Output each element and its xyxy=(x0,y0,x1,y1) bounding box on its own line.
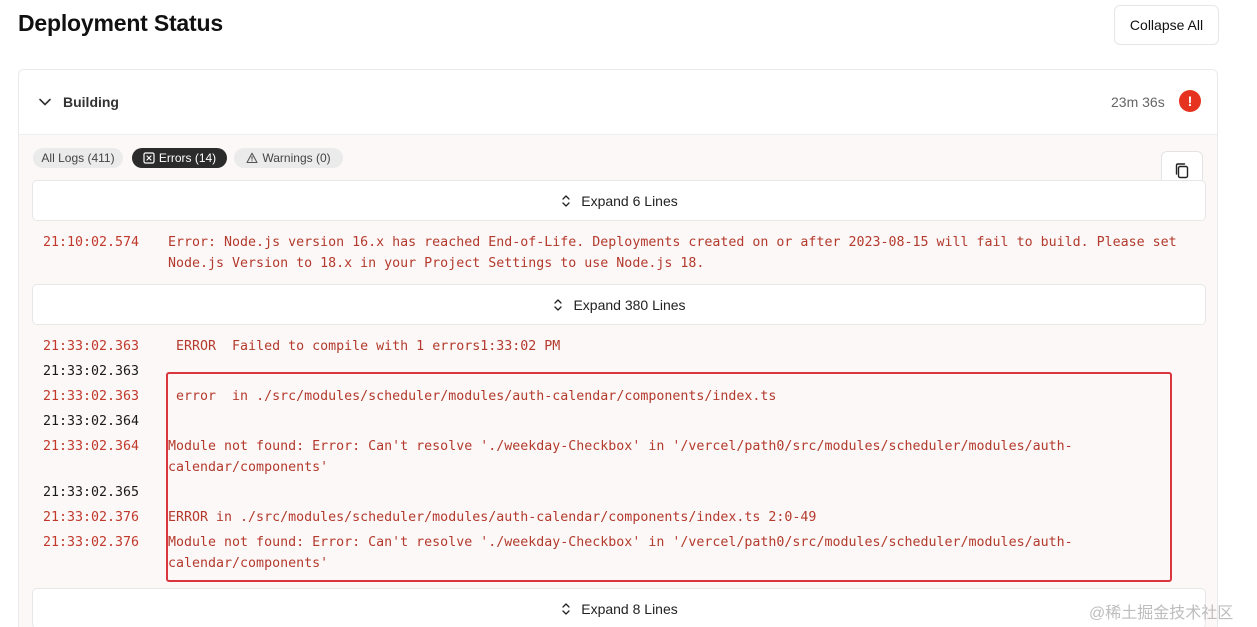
filter-errors[interactable]: Errors (14) xyxy=(132,148,227,168)
log-message: Error: Node.js version 16.x has reached … xyxy=(168,235,1185,271)
copy-icon xyxy=(1175,163,1189,179)
filter-warnings[interactable]: Warnings (0) xyxy=(234,148,343,168)
log-timestamp: 21:33:02.376 xyxy=(43,535,140,550)
build-status-label: Building xyxy=(63,94,119,110)
log-timestamp: 21:33:02.365 xyxy=(43,485,140,500)
expand-lines-button[interactable]: Expand 8 Lines xyxy=(32,588,1206,627)
log-timestamp: 21:33:02.364 xyxy=(43,414,140,429)
chevron-down-icon[interactable] xyxy=(38,95,52,109)
build-duration: 23m 36s xyxy=(1111,94,1165,110)
log-timestamp: 21:33:02.376 xyxy=(43,510,140,525)
x-square-icon xyxy=(143,152,155,164)
error-status-icon: ! xyxy=(1179,90,1201,112)
filter-all-logs[interactable]: All Logs (411) xyxy=(33,148,123,168)
log-message: error in ./src/modules/scheduler/modules… xyxy=(168,389,777,404)
log-timestamp: 21:33:02.364 xyxy=(43,439,140,454)
log-message: ERROR Failed to compile with 1 errors1:3… xyxy=(168,339,561,354)
filter-all-logs-label: All Logs (411) xyxy=(41,151,115,165)
collapse-all-button[interactable]: Collapse All xyxy=(1114,5,1219,45)
unfold-vertical-icon xyxy=(562,602,570,615)
log-timestamp: 21:33:02.363 xyxy=(43,339,140,354)
page-title: Deployment Status xyxy=(18,10,223,36)
filter-errors-label: Errors (14) xyxy=(158,151,217,165)
log-message: ERROR in ./src/modules/scheduler/modules… xyxy=(168,510,817,525)
log-message: Module not found: Error: Can't resolve '… xyxy=(168,439,1073,475)
warning-triangle-icon xyxy=(246,152,258,164)
expand-lines-label: Expand 6 Lines xyxy=(581,192,678,209)
build-panel: Building 23m 36s ! All Logs (411) Errors… xyxy=(18,69,1218,627)
build-header[interactable]: Building 23m 36s ! xyxy=(19,70,1217,135)
filter-warnings-label: Warnings (0) xyxy=(262,151,331,165)
expand-lines-label: Expand 380 Lines xyxy=(573,296,686,313)
expand-lines-label: Expand 8 Lines xyxy=(581,600,678,617)
log-timestamp: 21:33:02.363 xyxy=(43,389,140,404)
unfold-vertical-icon xyxy=(554,298,563,311)
deployment-status-page: Deployment Status Collapse All Building … xyxy=(0,0,1257,627)
expand-lines-button[interactable]: Expand 380 Lines xyxy=(32,284,1206,325)
log-timestamp: 21:33:02.363 xyxy=(43,364,140,379)
log-viewer: All Logs (411) Errors (14) Warnings (0) xyxy=(19,135,1217,627)
log-message: Module not found: Error: Can't resolve '… xyxy=(168,535,1073,571)
watermark: @稀土掘金技术社区 xyxy=(1089,605,1234,622)
unfold-vertical-icon xyxy=(562,194,570,207)
log-timestamp: 21:10:02.574 xyxy=(43,235,140,250)
expand-lines-button[interactable]: Expand 6 Lines xyxy=(32,180,1206,221)
